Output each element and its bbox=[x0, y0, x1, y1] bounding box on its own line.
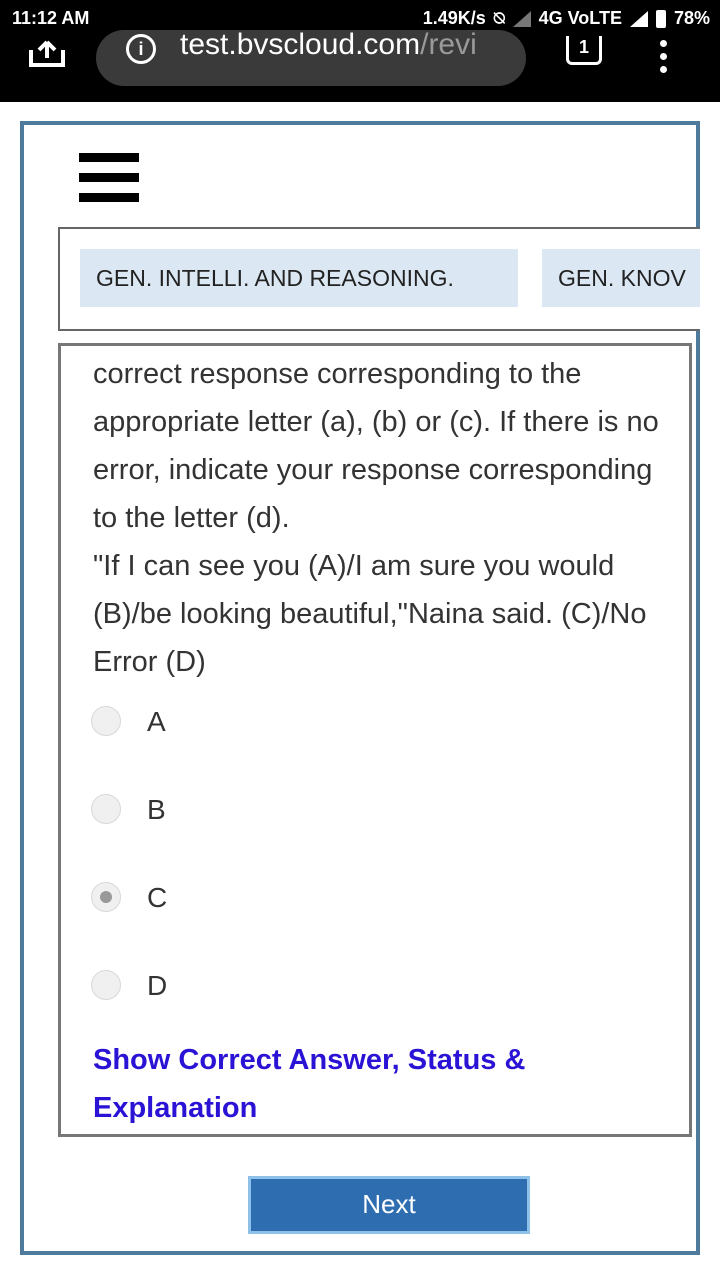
home-icon[interactable] bbox=[28, 40, 66, 68]
radio-b[interactable] bbox=[91, 794, 121, 824]
option-b[interactable]: B bbox=[91, 790, 291, 830]
tab-reasoning[interactable]: GEN. INTELLI. AND REASONING. bbox=[80, 249, 518, 307]
battery-level: 78% bbox=[673, 8, 710, 28]
cell-signal-icon bbox=[629, 10, 648, 27]
url-domain: test.bvscloud.com bbox=[180, 30, 421, 61]
status-time: 11:12 AM bbox=[12, 8, 90, 28]
option-d-label: D bbox=[147, 970, 168, 1001]
battery-icon bbox=[655, 9, 666, 28]
option-a[interactable]: A bbox=[91, 702, 291, 742]
network-type: 4G VoLTE bbox=[538, 8, 622, 28]
page-frame: GEN. INTELLI. AND REASONING. GEN. KNOV c… bbox=[20, 121, 700, 1255]
question-panel: correct response corresponding to the ap… bbox=[58, 343, 692, 1137]
wifi-signal-icon bbox=[512, 10, 531, 27]
question-text: correct response corresponding to the ap… bbox=[93, 358, 659, 678]
option-c[interactable]: C bbox=[91, 878, 291, 918]
mute-icon: ⍉ bbox=[493, 8, 505, 28]
option-d[interactable]: D bbox=[91, 966, 291, 1006]
hamburger-menu-icon[interactable] bbox=[79, 153, 139, 209]
info-icon[interactable]: i bbox=[126, 34, 156, 64]
option-a-label: A bbox=[147, 706, 166, 737]
url-path: /revi bbox=[420, 30, 477, 61]
net-speed: 1.49K/s bbox=[422, 8, 486, 28]
option-c-label: C bbox=[147, 882, 168, 913]
browser-top-bar: 11:12 AM 1.49K/s ⍉ 4G VoLTE 78% i test.b… bbox=[0, 0, 720, 102]
next-button[interactable]: Next bbox=[248, 1176, 530, 1234]
overflow-menu-icon[interactable] bbox=[660, 40, 668, 79]
radio-c[interactable] bbox=[91, 882, 121, 912]
radio-d[interactable] bbox=[91, 970, 121, 1000]
status-indicators: 1.49K/s ⍉ 4G VoLTE 78% bbox=[423, 8, 710, 29]
tab-switcher-button[interactable]: 1 bbox=[566, 36, 602, 65]
url-text[interactable]: test.bvscloud.com/revi bbox=[180, 30, 477, 62]
address-bar[interactable]: i test.bvscloud.com/revi bbox=[96, 30, 526, 86]
section-tab-strip[interactable]: GEN. INTELLI. AND REASONING. GEN. KNOV bbox=[58, 227, 700, 331]
show-answer-link[interactable]: Show Correct Answer, Status & Explanatio… bbox=[93, 1036, 633, 1132]
option-b-label: B bbox=[147, 794, 166, 825]
radio-a[interactable] bbox=[91, 706, 121, 736]
tab-general-knowledge[interactable]: GEN. KNOV bbox=[542, 249, 700, 307]
